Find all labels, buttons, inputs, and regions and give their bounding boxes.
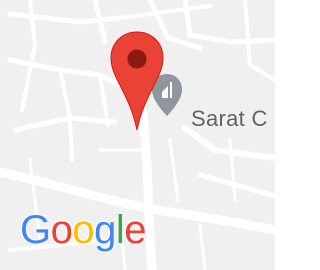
google-logo-letter: g xyxy=(94,208,116,252)
place-label[interactable]: Sarat C xyxy=(191,106,268,132)
google-logo-letter: o xyxy=(50,208,73,252)
google-logo-letter: G xyxy=(20,208,51,252)
google-logo-letter: e xyxy=(124,208,147,252)
google-logo-letter: l xyxy=(115,208,125,252)
map-pin-icon[interactable] xyxy=(109,30,165,132)
map-card[interactable]: Sarat C Google xyxy=(0,0,275,270)
google-logo-letter: o xyxy=(72,208,95,252)
google-logo: Google xyxy=(20,207,147,253)
